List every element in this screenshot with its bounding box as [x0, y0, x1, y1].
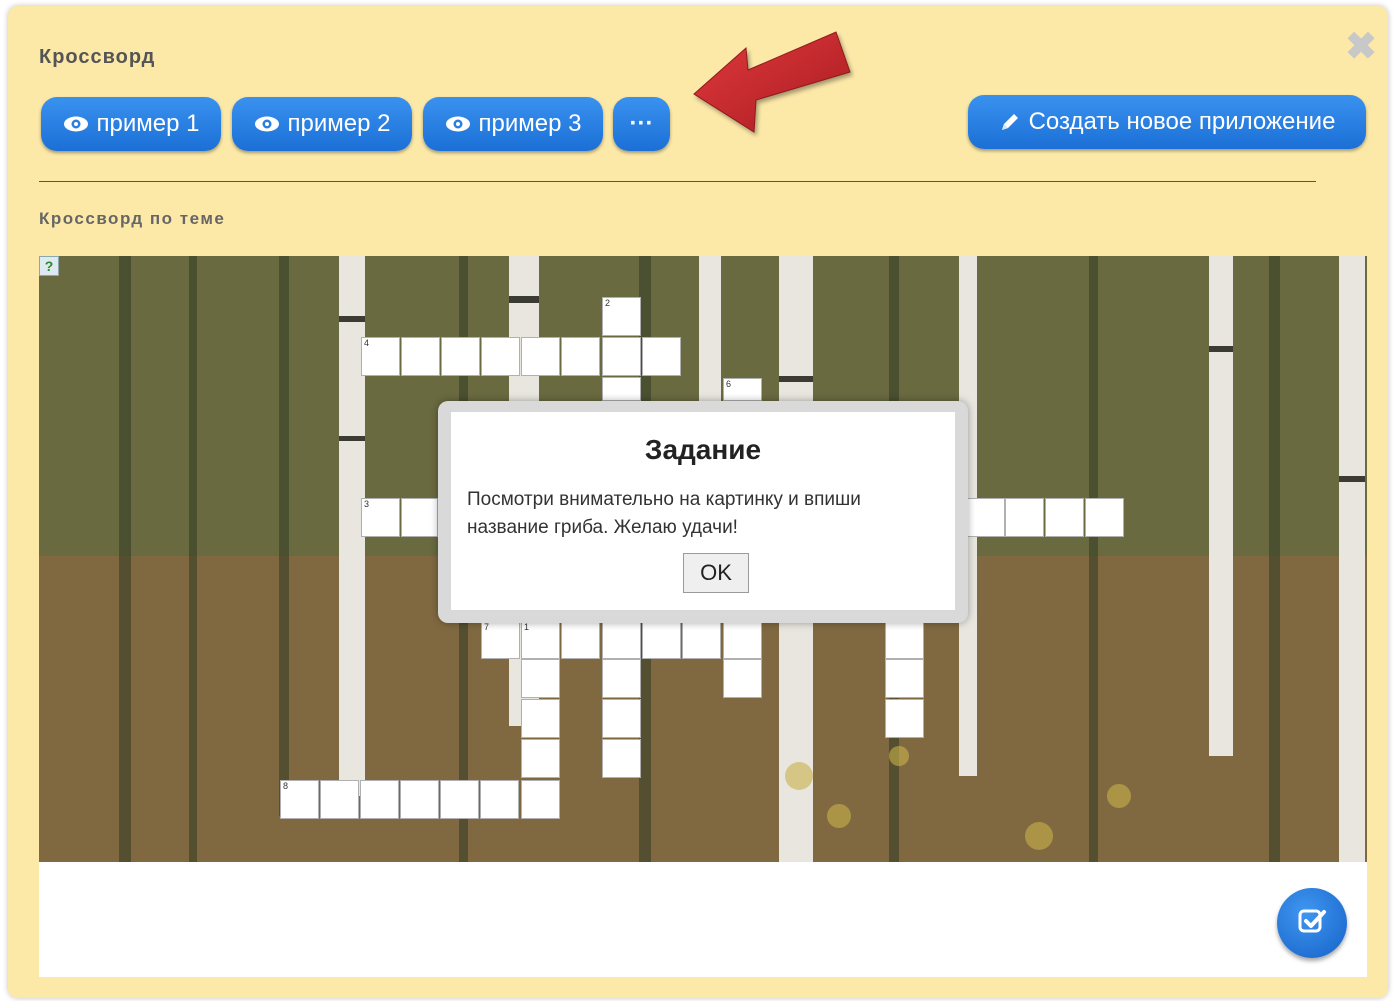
- crossword-cell[interactable]: [602, 377, 641, 401]
- task-dialog-title: Задание: [644, 434, 762, 465]
- crossword-cell[interactable]: [440, 780, 479, 819]
- crossword-cell[interactable]: [602, 621, 641, 659]
- crossword-cell[interactable]: [602, 699, 641, 738]
- pointer-arrow-icon: [693, 31, 851, 133]
- app-title: Кроссворд: [39, 46, 156, 68]
- crossword-cell[interactable]: [561, 621, 600, 659]
- example-1-label: пример 1: [96, 110, 200, 137]
- task-dialog-text: Посмотри внимательно на картинку и впиши…: [467, 489, 861, 538]
- crossword-cell[interactable]: [642, 621, 681, 659]
- create-new-app-label: Создать новое приложение: [1028, 108, 1336, 135]
- close-icon[interactable]: ✖: [1345, 28, 1377, 66]
- crossword-cell[interactable]: 6: [723, 378, 762, 401]
- crossword-cell[interactable]: [400, 780, 439, 819]
- eye-icon: [63, 115, 89, 133]
- check-answers-button[interactable]: [1277, 888, 1347, 958]
- crossword-cell[interactable]: 7: [481, 621, 520, 659]
- crossword-cell[interactable]: [360, 780, 399, 819]
- crossword-cell[interactable]: [723, 621, 762, 659]
- eye-icon: [254, 115, 280, 133]
- crossword-cell[interactable]: [480, 780, 519, 819]
- more-button[interactable]: ···: [613, 97, 670, 151]
- crossword-cell[interactable]: [521, 780, 560, 819]
- crossword-cell[interactable]: [885, 699, 924, 738]
- check-square-icon: [1297, 906, 1327, 941]
- crossword-cell[interactable]: [602, 739, 641, 778]
- example-2-label: пример 2: [287, 110, 391, 137]
- crossword-cell[interactable]: [441, 337, 480, 376]
- crossword-cell[interactable]: [521, 337, 560, 376]
- example-2-button[interactable]: пример 2: [232, 97, 412, 151]
- crossword-cell[interactable]: [642, 337, 681, 376]
- crossword-cell[interactable]: [1045, 498, 1084, 537]
- eye-icon: [445, 115, 471, 133]
- crossword-cell[interactable]: [401, 498, 438, 537]
- example-3-button[interactable]: пример 3: [423, 97, 603, 151]
- crossword-cell[interactable]: [967, 498, 1005, 537]
- create-new-app-button[interactable]: Создать новое приложение: [968, 95, 1366, 149]
- example-3-label: пример 3: [478, 110, 582, 137]
- answer-area: [39, 862, 1367, 977]
- crossword-cell[interactable]: [481, 337, 520, 376]
- task-dialog: Задание Посмотри внимательно на картинку…: [438, 401, 968, 623]
- crossword-cell[interactable]: 8: [280, 780, 319, 819]
- crossword-cell[interactable]: [885, 659, 924, 698]
- crossword-cell[interactable]: 3: [361, 498, 400, 537]
- section-subtitle: Кроссворд по теме: [39, 209, 226, 228]
- crossword-cell[interactable]: [602, 659, 641, 698]
- crossword-cell[interactable]: [561, 337, 600, 376]
- crossword-cell[interactable]: [401, 337, 440, 376]
- crossword-cell[interactable]: 1: [521, 621, 560, 659]
- help-icon[interactable]: ?: [39, 256, 59, 276]
- crossword-cell[interactable]: [521, 659, 560, 698]
- task-dialog-body: Задание Посмотри внимательно на картинку…: [451, 412, 955, 610]
- crossword-cell[interactable]: [521, 699, 560, 738]
- divider: [39, 181, 1316, 182]
- pencil-icon: [999, 111, 1021, 133]
- crossword-cell[interactable]: [682, 621, 721, 659]
- crossword-cell[interactable]: [1005, 498, 1044, 537]
- crossword-cell[interactable]: [602, 337, 641, 376]
- crossword-cell[interactable]: 2: [602, 297, 641, 336]
- example-1-button[interactable]: пример 1: [41, 97, 221, 151]
- crossword-cell[interactable]: [723, 659, 762, 698]
- ok-button[interactable]: OK: [683, 553, 749, 593]
- crossword-cell[interactable]: [320, 780, 359, 819]
- crossword-cell[interactable]: [1085, 498, 1124, 537]
- crossword-cell[interactable]: [521, 739, 560, 778]
- crossword-cell[interactable]: 4: [361, 337, 400, 376]
- crossword-cell[interactable]: [885, 621, 924, 659]
